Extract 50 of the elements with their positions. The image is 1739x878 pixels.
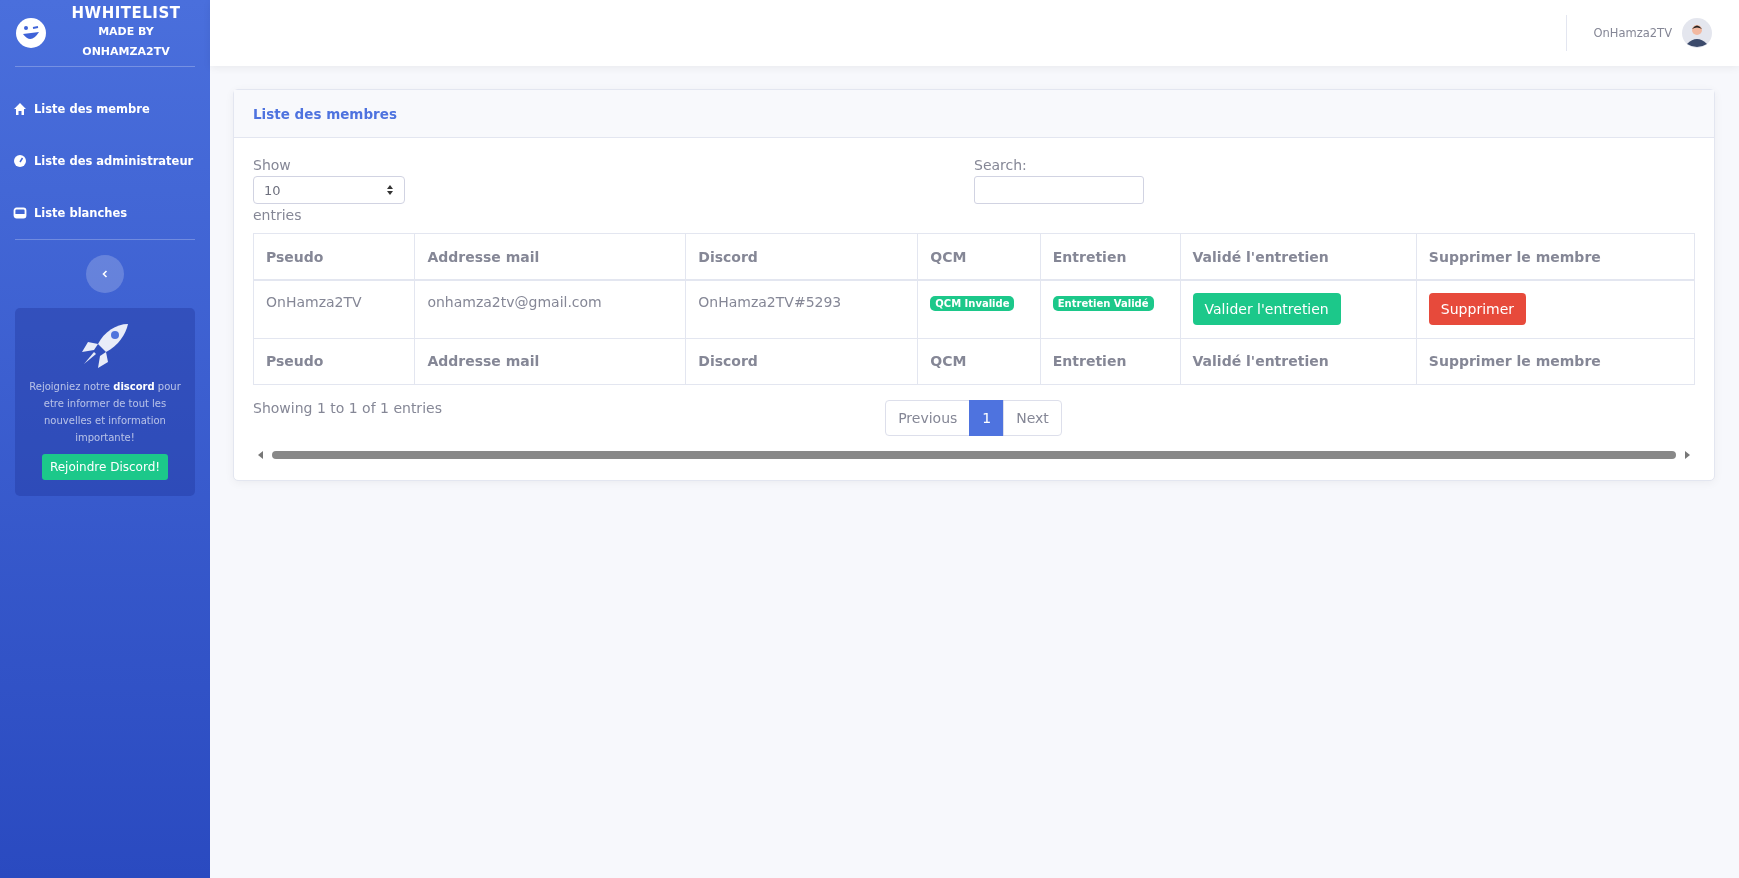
- chevron-left-icon: [100, 269, 110, 279]
- card-title: Liste des membres: [253, 106, 397, 122]
- scroll-right-icon[interactable]: [1684, 450, 1690, 459]
- column-header: Entretien: [1040, 233, 1181, 280]
- page-button[interactable]: Next: [1003, 399, 1062, 436]
- sort-arrows-icon: [386, 184, 394, 196]
- column-header: Validé l'entretien: [1180, 233, 1417, 280]
- column-footer: Entretien: [1040, 338, 1181, 384]
- delete-button[interactable]: Supprimer: [1428, 293, 1527, 325]
- gauge-icon: [13, 154, 27, 168]
- column-footer: Validé l'entretien: [1180, 338, 1417, 384]
- column-header: Pseudo: [253, 233, 415, 280]
- entries-select[interactable]: 10: [253, 176, 405, 204]
- home-icon: [13, 102, 27, 116]
- column-footer: QCM: [917, 338, 1041, 384]
- sidebar-item[interactable]: Liste des membre: [13, 83, 195, 135]
- table-cell: onhamza2tv@gmail.com: [427, 294, 602, 310]
- column-footer: Discord: [685, 338, 918, 384]
- column-header: Supprimer le membre: [1416, 233, 1695, 280]
- column-footer: Supprimer le membre: [1416, 338, 1695, 384]
- rocket-icon: [80, 322, 130, 368]
- promo-text: Rejoigniez notre discord pour etre informer de tout les nouvelles et information importante!: [28, 380, 182, 445]
- brand-subtitle: MADE BY: [97, 24, 155, 40]
- scroll-left-icon[interactable]: [258, 450, 264, 459]
- status-badge: QCM Invalide: [930, 296, 1015, 311]
- validate-button[interactable]: Valider l'entretien: [1192, 293, 1341, 325]
- column-header: Addresse mail: [414, 233, 686, 280]
- inbox-icon: [13, 206, 27, 220]
- join-discord-button[interactable]: Rejoindre Discord!: [41, 454, 169, 480]
- table-cell: OnHamza2TV#5293: [698, 294, 842, 310]
- entries-label: entries: [253, 207, 302, 223]
- sidebar-item[interactable]: Liste des administrateur: [13, 135, 195, 187]
- search-label: Search:: [974, 157, 1027, 173]
- user-name[interactable]: OnHamza2TV: [1593, 26, 1672, 40]
- brand-title: HWHITELIST: [70, 4, 182, 22]
- status-badge: Entretien Validé: [1052, 296, 1154, 311]
- sidebar-item[interactable]: Liste blanches: [13, 187, 195, 239]
- entries-info: Showing 1 to 1 of 1 entries: [253, 399, 443, 416]
- smiley-logo-icon: [15, 17, 47, 49]
- search-field[interactable]: [974, 176, 1144, 204]
- page-button[interactable]: Previous: [885, 399, 971, 436]
- column-footer: Pseudo: [253, 338, 415, 384]
- column-footer: Addresse mail: [414, 338, 686, 384]
- brand-author: ONHAMZA2TV: [81, 44, 171, 60]
- column-header: QCM: [917, 233, 1041, 280]
- table-cell: OnHamza2TV: [266, 294, 362, 310]
- page-button[interactable]: 1: [969, 399, 1005, 436]
- column-header: Discord: [685, 233, 918, 280]
- show-label: Show: [253, 157, 291, 173]
- avatar-icon[interactable]: [1682, 18, 1712, 48]
